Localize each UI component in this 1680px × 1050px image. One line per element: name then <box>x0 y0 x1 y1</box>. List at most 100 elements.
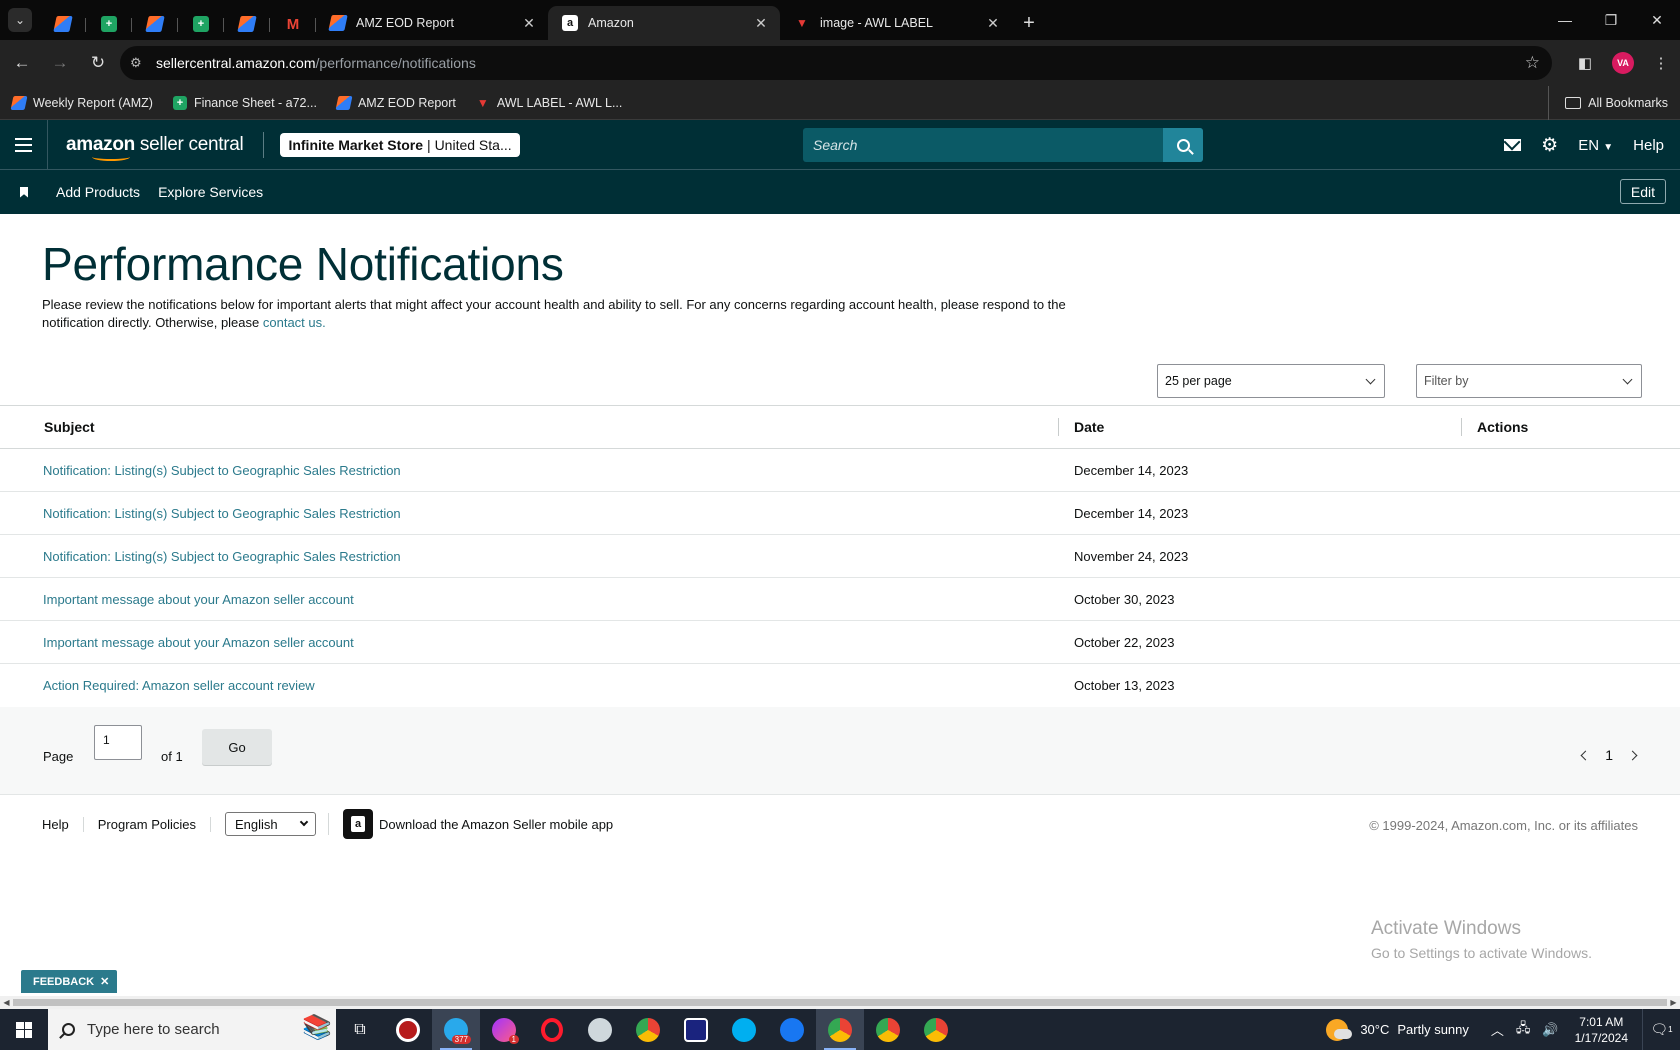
bookmark-amz-eod-report[interactable]: AMZ EOD Report <box>335 95 456 110</box>
footer-program-policies-link[interactable]: Program Policies <box>84 816 212 832</box>
system-clock[interactable]: 7:01 AM 1/17/2024 <box>1575 1014 1628 1046</box>
tab-awl-label[interactable]: ▼ image - AWL LABEL ✕ <box>780 6 1012 40</box>
edit-button[interactable]: Edit <box>1619 179 1666 204</box>
nav-add-products[interactable]: Add Products <box>56 184 140 200</box>
pinned-tab[interactable] <box>224 8 270 40</box>
task-view-icon[interactable]: ⧉ <box>336 1009 384 1050</box>
gear-icon[interactable]: ⚙ <box>1541 134 1558 157</box>
search-input[interactable]: Search <box>803 137 1163 153</box>
windows-start-button[interactable] <box>0 1009 48 1050</box>
chrome-profile-va-icon[interactable] <box>816 1009 864 1050</box>
notification-subject-link[interactable]: Notification: Listing(s) Subject to Geog… <box>43 506 401 521</box>
profile-avatar[interactable]: VA <box>1612 52 1634 74</box>
chrome-profile-s-icon[interactable] <box>912 1009 960 1050</box>
notification-center-icon[interactable]: 🗨 1 <box>1642 1009 1680 1050</box>
new-tab-plus-icon[interactable]: + <box>1012 6 1046 40</box>
pinned-tab[interactable]: + <box>178 8 224 40</box>
scroll-right-icon[interactable]: ▶ <box>1667 996 1680 1009</box>
app-cloud-icon[interactable] <box>576 1009 624 1050</box>
page-number-input[interactable]: 1 <box>94 725 142 760</box>
site-settings-icon[interactable]: ⚙ <box>130 55 156 71</box>
current-page[interactable]: 1 <box>1605 747 1613 763</box>
chevron-right-icon[interactable] <box>1627 750 1638 760</box>
filter-select[interactable]: Filter by <box>1416 364 1642 398</box>
facebook-icon[interactable] <box>768 1009 816 1050</box>
app-red-icon[interactable] <box>384 1009 432 1050</box>
bookmark-weekly-report[interactable]: Weekly Report (AMZ) <box>10 95 153 110</box>
notification-date: October 22, 2023 <box>1074 634 1175 650</box>
pinned-tab[interactable]: M <box>270 8 316 40</box>
kebab-menu-icon[interactable]: ⋮ <box>1642 54 1680 72</box>
all-bookmarks-button[interactable]: All Bookmarks <box>1548 86 1668 120</box>
chevron-up-icon[interactable]: ︿ <box>1491 1020 1504 1039</box>
store-switcher-button[interactable]: Infinite Market Store | United Sta... <box>280 132 520 157</box>
scrollbar-thumb[interactable] <box>13 999 1667 1006</box>
pinned-tab[interactable] <box>132 8 178 40</box>
contact-us-link[interactable]: contact us. <box>263 315 326 330</box>
notification-subject-link[interactable]: Notification: Listing(s) Subject to Geog… <box>43 463 401 478</box>
seller-central-logo[interactable]: amazon seller central <box>66 134 244 161</box>
reload-icon[interactable]: ↻ <box>79 53 117 73</box>
volume-icon[interactable]: 🔊 <box>1542 1022 1558 1038</box>
close-icon[interactable]: ✕ <box>100 975 109 988</box>
messenger-icon[interactable]: 1 <box>480 1009 528 1050</box>
weather-text[interactable]: Partly sunny <box>1397 1022 1469 1037</box>
search-button[interactable] <box>1163 128 1203 162</box>
bookmark-awl-label[interactable]: ▼ AWL LABEL - AWL L... <box>476 96 622 110</box>
notification-subject-link[interactable]: Important message about your Amazon sell… <box>43 592 354 607</box>
telegram-icon[interactable]: 377 <box>432 1009 480 1050</box>
feedback-label: FEEDBACK <box>33 975 95 988</box>
tab-title: Amazon <box>588 16 634 30</box>
per-page-select[interactable]: 25 per page <box>1157 364 1385 398</box>
hamburger-menu-icon[interactable] <box>0 119 48 170</box>
tab-search-icon[interactable]: ⌄ <box>8 8 32 32</box>
download-app-link[interactable]: Download the Amazon Seller mobile app <box>379 817 613 832</box>
chevron-left-icon[interactable] <box>1580 750 1591 760</box>
taskbar-search-box[interactable]: Type here to search 📚 <box>48 1009 336 1050</box>
help-link[interactable]: Help <box>1633 137 1664 154</box>
close-icon[interactable]: ✕ <box>984 15 1002 32</box>
footer-help-link[interactable]: Help <box>0 816 84 832</box>
url-omnibox[interactable]: ⚙ sellercentral.amazon.com/performance/n… <box>120 46 1552 80</box>
go-button[interactable]: Go <box>202 729 272 765</box>
network-icon[interactable]: 🖧 <box>1516 1019 1531 1041</box>
scroll-left-icon[interactable]: ◀ <box>0 996 13 1009</box>
clock-app-icon[interactable] <box>672 1009 720 1050</box>
side-panel-icon[interactable]: ◧ <box>1566 54 1604 72</box>
tab-amazon[interactable]: a Amazon ✕ <box>548 6 780 40</box>
feedback-tab[interactable]: FEEDBACK ✕ <box>21 970 118 993</box>
nav-explore-services[interactable]: Explore Services <box>158 184 263 200</box>
activate-windows-watermark: Activate Windows Go to Settings to activ… <box>1371 918 1592 961</box>
pinned-tab[interactable]: + <box>86 8 132 40</box>
chrome-profile-w-icon[interactable] <box>864 1009 912 1050</box>
seller-search-box[interactable]: Search <box>803 128 1203 162</box>
minimize-icon[interactable]: — <box>1542 0 1588 40</box>
seller-app-icon[interactable]: a <box>343 809 374 839</box>
tab-amz-eod-report[interactable]: AMZ EOD Report ✕ <box>316 6 548 40</box>
pinned-tab[interactable] <box>40 8 86 40</box>
skype-icon[interactable] <box>720 1009 768 1050</box>
forward-arrow-icon[interactable]: → <box>41 53 79 73</box>
notification-subject-link[interactable]: Action Required: Amazon seller account r… <box>43 678 315 693</box>
weather-icon[interactable] <box>1326 1018 1353 1041</box>
restore-icon[interactable]: ❐ <box>1588 0 1634 40</box>
windows-logo-icon <box>16 1021 32 1038</box>
back-arrow-icon[interactable]: ← <box>3 53 41 73</box>
notification-subject-link[interactable]: Important message about your Amazon sell… <box>43 635 354 650</box>
bookmark-star-icon[interactable]: ☆ <box>1525 53 1540 73</box>
bookmark-label: Finance Sheet - a72... <box>193 95 317 110</box>
language-selector[interactable]: EN ▼ <box>1578 137 1613 154</box>
header-actions: ⚙ EN ▼ Help <box>1504 120 1664 170</box>
close-icon[interactable]: ✕ <box>752 15 770 32</box>
mail-icon[interactable] <box>1504 139 1522 151</box>
notification-subject-link[interactable]: Notification: Listing(s) Subject to Geog… <box>43 549 401 564</box>
bookmark-finance-sheet[interactable]: + Finance Sheet - a72... <box>172 95 317 110</box>
footer-language-select[interactable]: English <box>225 812 317 836</box>
horizontal-scrollbar[interactable]: ◀ ▶ <box>0 996 1680 1009</box>
close-icon[interactable]: ✕ <box>520 15 538 32</box>
temperature[interactable]: 30°C <box>1360 1022 1389 1037</box>
sheets-icon: + <box>193 16 209 32</box>
opera-icon[interactable] <box>528 1009 576 1050</box>
chrome-icon[interactable] <box>624 1009 672 1050</box>
close-window-icon[interactable]: ✕ <box>1634 0 1680 40</box>
